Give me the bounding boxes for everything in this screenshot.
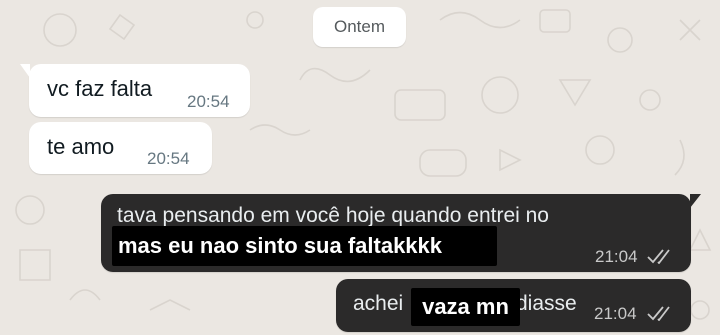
incoming-message[interactable]: te amo 20:54: [29, 122, 212, 174]
message-time: 21:04: [594, 304, 637, 323]
outgoing-message[interactable]: achei diasse vaza mn 21:04: [336, 279, 691, 332]
outgoing-message[interactable]: tava pensando em você hoje quando entrei…: [101, 194, 701, 272]
message-text: vc faz falta: [47, 76, 153, 101]
overlay-text-box: mas eu nao sinto sua faltakkkk: [112, 226, 497, 266]
overlay-text-box: vaza mn: [411, 288, 520, 326]
double-check-icon: [647, 306, 670, 321]
incoming-message[interactable]: vc faz falta 20:54: [20, 64, 250, 117]
message-text-start: achei: [353, 292, 404, 315]
bubble-tail: [690, 194, 701, 208]
date-separator: Ontem: [313, 7, 406, 47]
overlay-text: mas eu nao sinto sua faltakkkk: [118, 233, 443, 258]
message-text-end: diasse: [516, 292, 577, 315]
bubble-tail: [20, 64, 30, 78]
message-time: 20:54: [147, 149, 190, 168]
date-separator-label: Ontem: [333, 17, 386, 36]
message-text-clipped: tava pensando em você hoje quando entrei…: [117, 202, 617, 226]
double-check-icon: [647, 249, 670, 264]
overlay-text: vaza mn: [422, 294, 509, 319]
message-text: te amo: [47, 134, 115, 159]
message-time: 21:04: [595, 247, 638, 266]
message-time: 20:54: [187, 92, 230, 111]
message-text: tava pensando em você hoje quando entrei…: [117, 204, 549, 226]
